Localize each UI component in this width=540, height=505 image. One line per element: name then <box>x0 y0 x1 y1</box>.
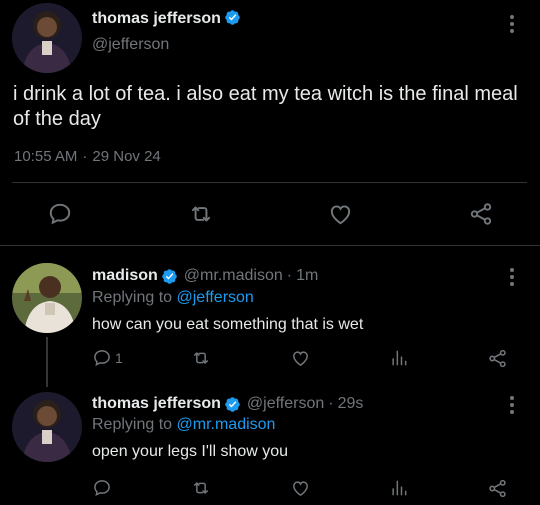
reply2-text: open your legs I'll show you <box>92 443 289 460</box>
reply-icon[interactable] <box>92 478 112 498</box>
like-icon[interactable] <box>327 201 354 227</box>
reply1-reply-button[interactable]: 1 <box>92 348 123 368</box>
reply2-author-name[interactable]: thomas jefferson <box>92 395 221 413</box>
main-author-avatar[interactable] <box>12 3 82 73</box>
reply1-replying-to-link[interactable]: @jefferson <box>177 289 254 306</box>
reply2-age: 29s <box>337 395 364 412</box>
retweet-icon[interactable] <box>190 478 212 498</box>
main-tweet-date: 29 Nov 24 <box>92 148 161 165</box>
reply1-author-name[interactable]: madison <box>92 267 158 285</box>
like-icon[interactable] <box>290 478 311 498</box>
main-tweet-time: 10:55 AM <box>14 148 78 165</box>
verified-badge-icon <box>224 9 241 26</box>
reply2-author-avatar[interactable] <box>12 392 82 462</box>
reply1-text: how can you eat something that is wet <box>92 316 364 333</box>
main-author-handle[interactable]: @jefferson <box>92 36 169 54</box>
share-icon[interactable] <box>487 348 508 369</box>
reply2-replying-to-link[interactable]: @mr.madison <box>177 416 276 433</box>
thread-divider <box>0 245 540 246</box>
share-icon[interactable] <box>487 478 508 499</box>
main-more-options-icon[interactable] <box>502 13 522 35</box>
main-author-name[interactable]: thomas jefferson <box>92 10 221 27</box>
thread-connector-line <box>46 337 48 387</box>
reply1-age: 1m <box>296 267 319 284</box>
main-tweet-text: i drink a lot of tea. i also eat my tea … <box>13 83 518 130</box>
reply2-separator: · <box>328 395 334 412</box>
verified-badge-icon <box>161 268 178 285</box>
views-icon[interactable] <box>389 478 409 498</box>
reply1-replying-prefix: Replying to <box>92 289 173 306</box>
reply-icon <box>92 348 112 368</box>
reply1-reply-count: 1 <box>115 350 123 366</box>
reply2-replying-prefix: Replying to <box>92 416 173 433</box>
reply2-author-handle[interactable]: @jefferson <box>247 395 324 413</box>
retweet-icon[interactable] <box>190 348 212 368</box>
share-icon[interactable] <box>468 201 494 227</box>
main-tweet-timestamp[interactable]: 10:55 AM · 29 Nov 24 <box>14 148 161 165</box>
verified-badge-icon <box>224 396 241 413</box>
reply1-author-handle[interactable]: @mr.madison <box>184 267 283 285</box>
timestamp-separator: · <box>82 148 88 165</box>
reply1-author-avatar[interactable] <box>12 263 82 333</box>
like-icon[interactable] <box>290 348 311 368</box>
main-tweet-divider <box>12 182 527 183</box>
reply-icon[interactable] <box>47 201 73 227</box>
reply1-separator: · <box>286 267 293 284</box>
reply2-more-options-icon[interactable] <box>502 394 522 416</box>
views-icon[interactable] <box>389 348 409 368</box>
retweet-icon[interactable] <box>187 201 215 227</box>
reply1-more-options-icon[interactable] <box>502 266 522 288</box>
